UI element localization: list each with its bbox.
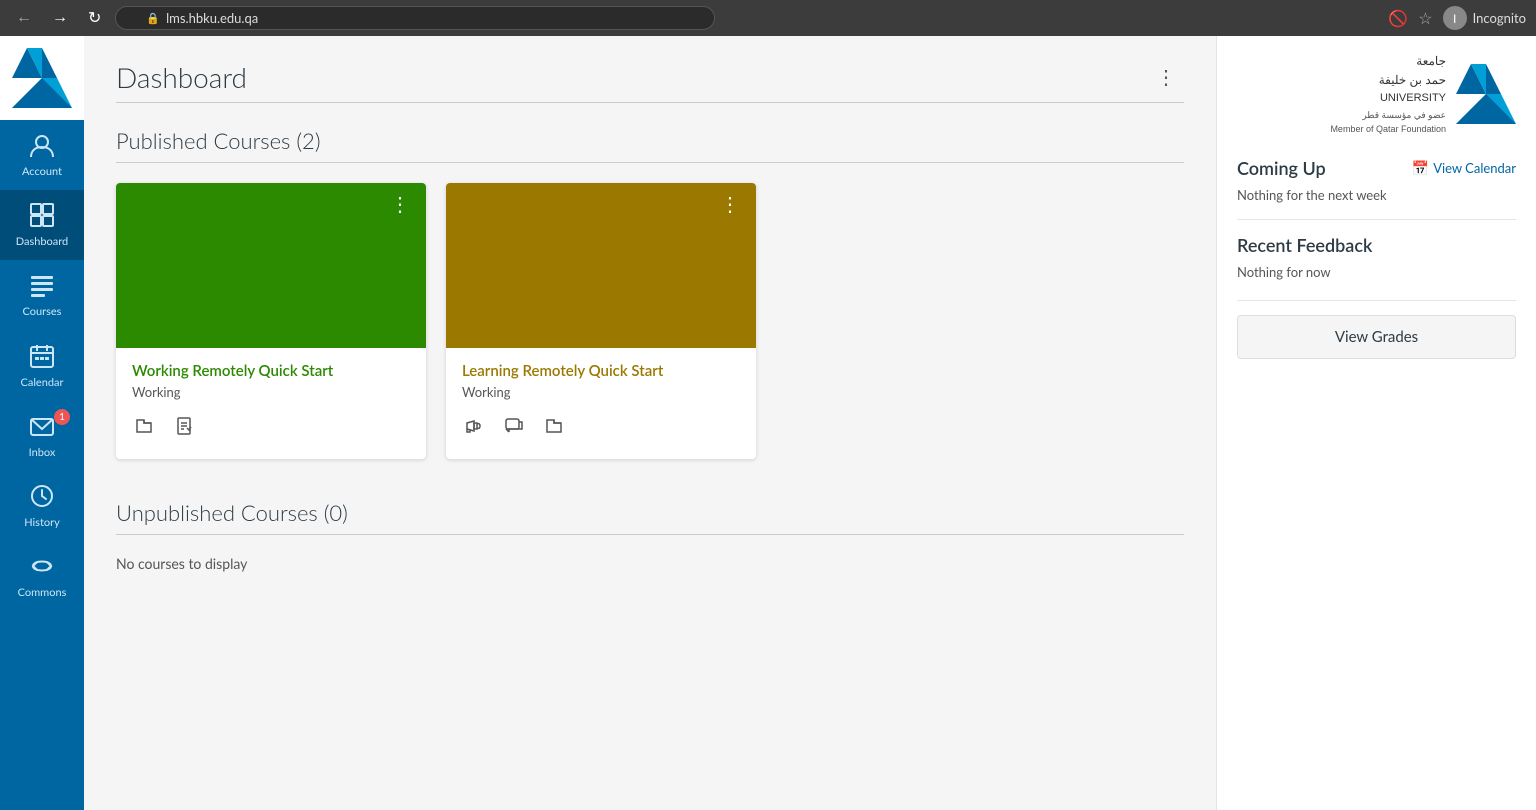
course-card-1-menu-button[interactable]: ⋮ <box>386 193 416 217</box>
course-card-2-discussions-button[interactable] <box>502 414 526 443</box>
sidebar: Account Dashboard <box>0 36 84 810</box>
page-header: Dashboard ⋮ <box>116 60 1184 94</box>
sidebar-item-history-label: History <box>24 516 60 529</box>
browser-chrome: ← → ↻ 🔒 lms.hbku.edu.qa 🚫 ☆ I Incognito <box>0 0 1536 36</box>
content-scroll: Dashboard ⋮ Published Courses (2) ⋮ Work… <box>84 36 1536 810</box>
courses-icon <box>29 272 55 301</box>
sidebar-item-history[interactable]: History <box>0 471 84 541</box>
course-card-2[interactable]: ⋮ Learning Remotely Quick Start Working <box>446 183 756 459</box>
course-card-2-name: Learning Remotely Quick Start <box>462 362 740 380</box>
sidebar-item-dashboard-label: Dashboard <box>16 235 68 248</box>
nothing-next-week-text: Nothing for the next week <box>1237 187 1516 203</box>
university-logo-graphic <box>1456 64 1516 124</box>
sidebar-item-commons[interactable]: Commons <box>0 541 84 611</box>
view-calendar-label: View Calendar <box>1433 160 1516 176</box>
published-section-divider <box>116 162 1184 163</box>
profile-pill[interactable]: I Incognito <box>1443 6 1526 30</box>
published-courses-title: Published Courses (2) <box>116 127 1184 154</box>
browser-actions: 🚫 ☆ I Incognito <box>1388 6 1526 30</box>
commons-icon <box>29 553 55 582</box>
course-card-1-body: Working Remotely Quick Start Working <box>116 348 426 459</box>
unpublished-section-divider <box>116 534 1184 535</box>
course-card-1-files-button[interactable] <box>132 414 156 443</box>
coming-up-title: Coming Up <box>1237 157 1326 179</box>
hbku-logo-icon <box>12 48 72 108</box>
no-camera-icon: 🚫 <box>1388 9 1408 28</box>
profile-avatar: I <box>1443 6 1467 30</box>
reload-button[interactable]: ↻ <box>82 6 107 30</box>
history-icon <box>29 483 55 512</box>
course-card-1-assignments-button[interactable] <box>172 414 196 443</box>
course-card-2-body: Learning Remotely Quick Start Working <box>446 348 756 459</box>
inbox-icon <box>29 413 55 442</box>
view-calendar-link[interactable]: 📅 View Calendar <box>1412 159 1516 177</box>
url-text: lms.hbku.edu.qa <box>166 10 258 26</box>
course-card-1-header: ⋮ <box>116 183 426 348</box>
sidebar-item-inbox-label: Inbox <box>29 446 56 459</box>
recent-feedback-title: Recent Feedback <box>1237 234 1516 256</box>
course-card-1-status: Working <box>132 384 410 400</box>
no-courses-message: No courses to display <box>116 555 1184 572</box>
sidebar-item-courses-label: Courses <box>23 305 62 318</box>
courses-grid: ⋮ Working Remotely Quick Start Working <box>116 183 1184 459</box>
course-card-2-files-button[interactable] <box>542 414 566 443</box>
right-panel: جامعة حمد بن خليفة UNIVERSITY عضو في مؤس… <box>1216 36 1536 810</box>
dashboard-icon <box>29 202 55 231</box>
recent-feedback-divider <box>1237 300 1516 301</box>
nothing-now-text: Nothing for now <box>1237 264 1516 280</box>
sidebar-item-inbox[interactable]: 1 Inbox <box>0 401 84 471</box>
sidebar-item-calendar-label: Calendar <box>21 376 64 389</box>
forward-button[interactable]: → <box>46 7 74 29</box>
sidebar-item-account-label: Account <box>22 165 62 178</box>
sidebar-item-account[interactable]: Account <box>0 120 84 190</box>
account-icon <box>29 132 55 161</box>
header-menu-button[interactable]: ⋮ <box>1148 61 1184 94</box>
profile-label: Incognito <box>1473 10 1526 26</box>
sidebar-item-courses[interactable]: Courses <box>0 260 84 330</box>
bookmark-icon[interactable]: ☆ <box>1418 9 1432 28</box>
view-grades-button[interactable]: View Grades <box>1237 315 1516 359</box>
course-card-2-menu-button[interactable]: ⋮ <box>716 193 746 217</box>
university-logo-area: جامعة حمد بن خليفة UNIVERSITY عضو في مؤس… <box>1237 52 1516 137</box>
course-card-2-icons <box>462 414 740 443</box>
sidebar-item-dashboard[interactable]: Dashboard <box>0 190 84 260</box>
calendar-icon <box>29 343 55 372</box>
course-card-2-announcements-button[interactable] <box>462 414 486 443</box>
center-panel: Dashboard ⋮ Published Courses (2) ⋮ Work… <box>84 36 1216 810</box>
header-divider <box>116 102 1184 103</box>
sidebar-item-calendar[interactable]: Calendar <box>0 331 84 401</box>
page-title: Dashboard <box>116 60 247 94</box>
course-card-1[interactable]: ⋮ Working Remotely Quick Start Working <box>116 183 426 459</box>
unpublished-courses-title: Unpublished Courses (0) <box>116 499 1184 526</box>
address-bar[interactable]: 🔒 lms.hbku.edu.qa <box>115 6 715 30</box>
back-button[interactable]: ← <box>10 7 38 29</box>
course-card-2-header: ⋮ <box>446 183 756 348</box>
inbox-badge: 1 <box>54 409 70 425</box>
coming-up-header: Coming Up 📅 View Calendar <box>1237 157 1516 179</box>
lock-icon: 🔒 <box>146 12 160 25</box>
calendar-small-icon: 📅 <box>1412 159 1429 177</box>
app-container: Account Dashboard <box>0 36 1536 810</box>
course-card-1-icons <box>132 414 410 443</box>
course-card-1-name: Working Remotely Quick Start <box>132 362 410 380</box>
course-card-2-status: Working <box>462 384 740 400</box>
coming-up-divider <box>1237 219 1516 220</box>
sidebar-logo <box>0 36 84 120</box>
university-name-ar: جامعة حمد بن خليفة UNIVERSITY عضو في مؤس… <box>1330 52 1446 137</box>
sidebar-item-commons-label: Commons <box>18 586 67 599</box>
